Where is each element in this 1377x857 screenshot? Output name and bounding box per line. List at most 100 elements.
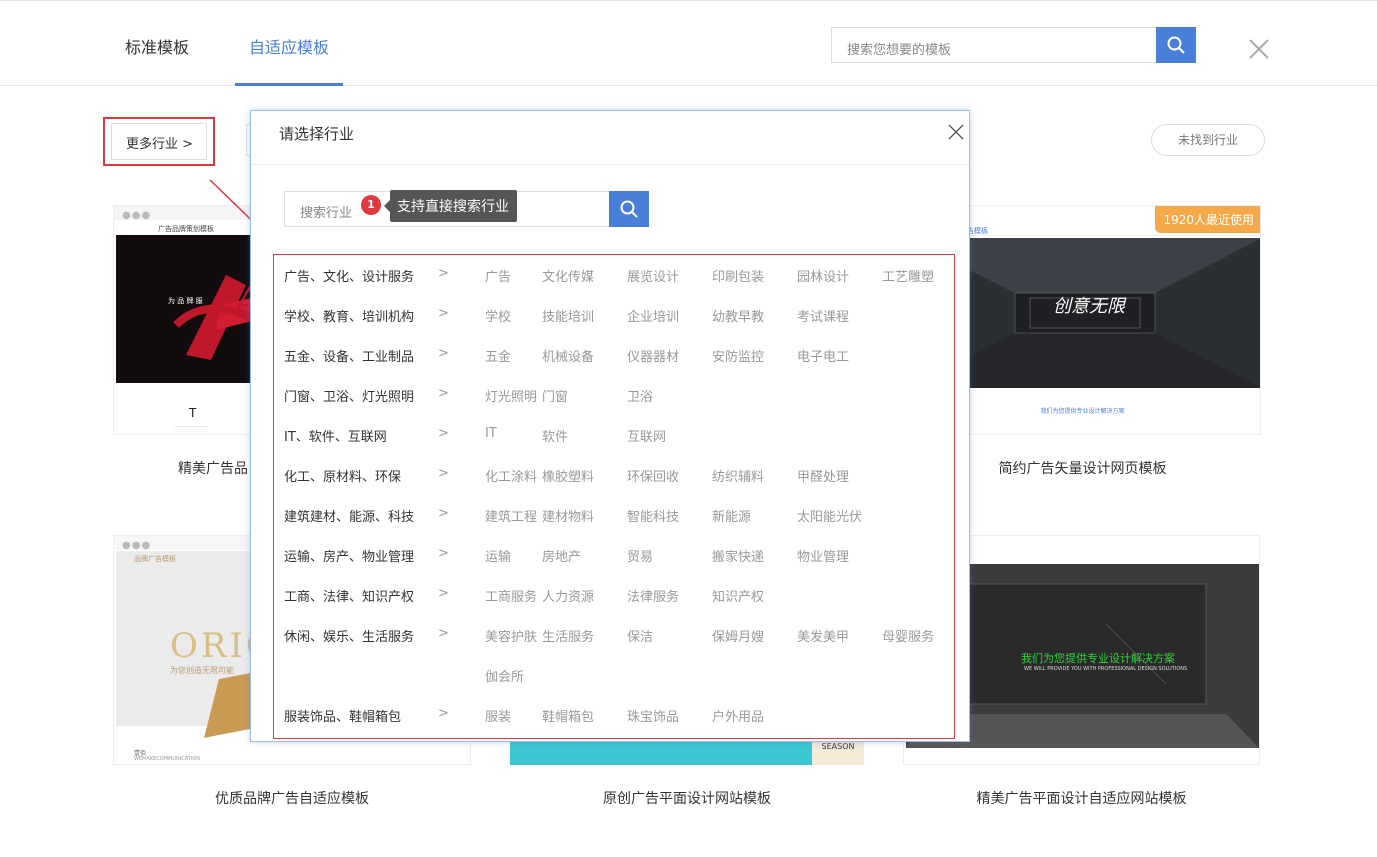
industry-subcategory[interactable]: 物业管理 <box>797 546 849 565</box>
industry-category[interactable]: 运输、房产、物业管理 <box>284 546 414 565</box>
card-title[interactable]: 原创广告平面设计网站模板 <box>510 788 864 808</box>
industry-subcategory[interactable]: 保姆月嫂 <box>712 626 764 645</box>
industry-subcategory[interactable]: 贸易 <box>627 546 653 565</box>
template-search-button[interactable] <box>1156 27 1196 63</box>
industry-subcategory[interactable]: 广告 <box>485 266 511 285</box>
industry-subcategory[interactable]: 橡胶塑料 <box>542 466 594 485</box>
industry-subcategory[interactable]: 太阳能光伏 <box>797 506 862 525</box>
industry-category[interactable]: 工商、法律、知识产权 <box>284 586 414 605</box>
dialog-title: 请选择行业 <box>279 125 355 143</box>
industry-subcategory[interactable]: 园林设计 <box>797 266 849 285</box>
chevron-right-icon: > <box>438 266 449 281</box>
industry-subcategory[interactable]: 保洁 <box>627 626 653 645</box>
industry-subcategory[interactable]: 房地产 <box>542 546 581 565</box>
industry-subcategory[interactable]: 甲醛处理 <box>797 466 849 485</box>
preview-footer-sub: WEMAKECOMMUNICATION <box>134 756 200 762</box>
industry-subcategory[interactable]: 技能培训 <box>542 306 594 325</box>
chevron-right-icon: > <box>438 706 449 721</box>
industry-subcategory[interactable]: 生活服务 <box>542 626 594 645</box>
chevron-right-icon: > <box>438 386 449 401</box>
industry-category[interactable]: 化工、原材料、环保 <box>284 466 401 485</box>
header: 标准模板 自适应模板 搜索您想要的模板 <box>0 4 1377 86</box>
industry-subcategory[interactable]: 安防监控 <box>712 346 764 365</box>
template-search-input[interactable]: 搜索您想要的模板 <box>831 27 1157 63</box>
industry-subcategory[interactable]: 建材物料 <box>542 506 594 525</box>
industry-subcategory[interactable]: 灯光照明 <box>485 386 537 405</box>
preview-subtitle: WE WILL PROVIDE YOU WITH PROFESSIONAL DE… <box>1024 666 1188 672</box>
tab-adaptive[interactable]: 自适应模板 <box>249 34 329 58</box>
industry-subcategory[interactable]: 企业培训 <box>627 306 679 325</box>
industry-select-dialog: 请选择行业 搜索行业 1 支持直接搜索行业 广告、文化、设计服务 > 广告 文化传媒展… <box>250 110 970 742</box>
industry-subcategory[interactable]: 门窗 <box>542 386 568 405</box>
industry-subcategory[interactable]: 工商服务 <box>485 586 537 605</box>
industry-subcategory[interactable]: 户外用品 <box>712 706 764 725</box>
industry-category[interactable]: 建筑建材、能源、科技 <box>284 506 414 525</box>
industry-subcategory[interactable]: 搬家快递 <box>712 546 764 565</box>
industry-subcategory[interactable]: 工艺雕塑 <box>882 266 934 285</box>
industry-subcategory[interactable]: 软件 <box>542 426 568 445</box>
industry-category[interactable]: 服装饰品、鞋帽箱包 <box>284 706 401 725</box>
industry-subcategory[interactable]: 人力资源 <box>542 586 594 605</box>
industry-subcategory[interactable]: 鞋帽箱包 <box>542 706 594 725</box>
card-title[interactable]: 精美广告平面设计自适应网站模板 <box>903 788 1260 808</box>
industry-subcategory[interactable]: 美发美甲 <box>797 626 849 645</box>
industry-subcategory[interactable]: 印刷包装 <box>712 266 764 285</box>
template-picker-page: 标准模板 自适应模板 搜索您想要的模板 更多行业 > 未找到行业 ●●● 广告品… <box>0 0 1377 857</box>
industry-subcategory[interactable]: 珠宝饰品 <box>627 706 679 725</box>
preview-hero-text: 我们为您提供专业设计解决方案 <box>1021 652 1175 665</box>
industry-category[interactable]: 学校、教育、培训机构 <box>284 306 414 325</box>
industry-subcategory[interactable]: 纺织辅料 <box>712 466 764 485</box>
industry-subcategory[interactable]: 美容护肤 <box>485 626 537 645</box>
preview-hero-text: 创意无限 <box>1053 296 1125 317</box>
industry-category[interactable]: 五金、设备、工业制品 <box>284 346 414 365</box>
industry-subcategory[interactable]: 学校 <box>485 306 511 325</box>
industry-subcategory[interactable]: 展览设计 <box>627 266 679 285</box>
preview-subtitle: 为您创造无限可能 <box>170 666 234 675</box>
close-icon[interactable] <box>1248 38 1270 60</box>
more-industry-button[interactable]: 更多行业 > <box>111 123 207 160</box>
industry-category[interactable]: IT、软件、互联网 <box>284 426 387 445</box>
tab-standard[interactable]: 标准模板 <box>125 34 189 58</box>
industry-category[interactable]: 休闲、娱乐、生活服务 <box>284 626 414 645</box>
industry-subcategory[interactable]: 仪器器材 <box>627 346 679 365</box>
industry-subcategory[interactable]: 母婴服务 <box>882 626 934 645</box>
industry-subcategory[interactable]: 卫浴 <box>627 386 653 405</box>
usage-badge: 1920人最近使用 <box>1155 206 1260 233</box>
industry-subcategory[interactable]: 考试课程 <box>797 306 849 325</box>
industry-subcategory[interactable]: 化工涂料 <box>485 466 537 485</box>
dialog-close-icon[interactable] <box>947 123 965 141</box>
industry-subcategory[interactable]: 五金 <box>485 346 511 365</box>
industry-subcategory[interactable]: 新能源 <box>712 506 751 525</box>
industry-subcategory[interactable]: IT <box>485 426 497 441</box>
preview-caption: ·················· <box>174 424 209 431</box>
chevron-right-icon: > <box>438 626 449 641</box>
dialog-divider <box>251 164 969 165</box>
template-card[interactable]: SEASON <box>510 740 864 765</box>
industry-subcategory[interactable]: 机械设备 <box>542 346 594 365</box>
industry-not-found-button[interactable]: 未找到行业 <box>1151 124 1265 156</box>
industry-search-button[interactable] <box>609 191 649 227</box>
search-icon <box>1167 36 1185 54</box>
chevron-right-icon: > <box>438 506 449 521</box>
industry-subcategory[interactable]: 文化传媒 <box>542 266 594 285</box>
industry-subcategory[interactable]: 知识产权 <box>712 586 764 605</box>
industry-subcategory[interactable]: 建筑工程 <box>485 506 537 525</box>
active-tab-indicator <box>235 83 343 86</box>
industry-subcategory[interactable]: 服装 <box>485 706 511 725</box>
window-dots-icon: ●●● <box>122 210 152 221</box>
svg-text:为 品 牌 服: 为 品 牌 服 <box>168 296 203 305</box>
industry-subcategory[interactable]: 电子电工 <box>797 346 849 365</box>
industry-subcategory[interactable]: 伽会所 <box>485 666 524 685</box>
more-industry-highlight: 更多行业 > <box>103 117 215 166</box>
industry-category[interactable]: 广告、文化、设计服务 <box>284 266 414 285</box>
card-title[interactable]: 优质品牌广告自适应模板 <box>113 788 471 808</box>
industry-subcategory[interactable]: 运输 <box>485 546 511 565</box>
industry-subcategory[interactable]: 法律服务 <box>627 586 679 605</box>
search-tip-tooltip: 支持直接搜索行业 <box>384 190 517 222</box>
industry-subcategory[interactable]: 互联网 <box>627 426 666 445</box>
industry-category[interactable]: 门窗、卫浴、灯光照明 <box>284 386 414 405</box>
chevron-right-icon: > <box>438 306 449 321</box>
industry-subcategory[interactable]: 环保回收 <box>627 466 679 485</box>
industry-subcategory[interactable]: 智能科技 <box>627 506 679 525</box>
industry-subcategory[interactable]: 幼教早教 <box>712 306 764 325</box>
